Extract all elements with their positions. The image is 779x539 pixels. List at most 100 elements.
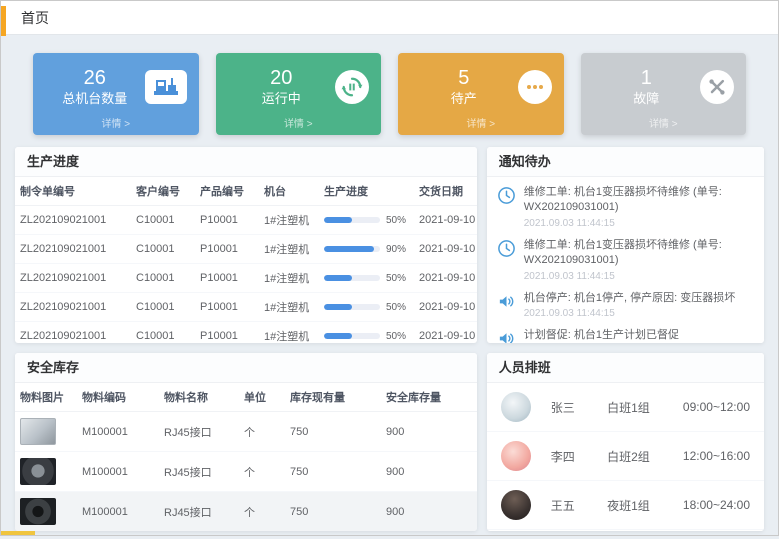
notification-text: 计划督促: 机台1生产计划已督促: [524, 328, 679, 343]
table-row: ZL202109021001 C10001 P10001 1#注塑机 50% 2…: [15, 264, 477, 293]
material-code-cell: M100001: [77, 452, 159, 492]
stat-label: 总机台数量: [45, 90, 145, 108]
notification-item[interactable]: 计划督促: 机台1生产计划已督促 2021.09.03 11:44:15: [497, 323, 754, 343]
standby-icon: [518, 70, 552, 104]
detail-link[interactable]: 详情 >: [33, 115, 199, 130]
stat-value: 1: [593, 66, 701, 90]
progress-bar: [324, 217, 380, 223]
machine-icon: [145, 70, 187, 104]
delivery-date-cell: 2021-09-10: [414, 264, 477, 293]
material-code-cell: M100001: [77, 412, 159, 452]
page-title: 首页: [21, 8, 49, 28]
stat-value: 20: [228, 66, 336, 90]
machine-cell: 1#注塑机: [259, 264, 319, 293]
column-header: 库存现有量: [285, 383, 381, 412]
product-no-cell: P10001: [195, 322, 259, 344]
customer-no-cell: C10001: [131, 235, 195, 264]
clock-icon: [497, 186, 516, 205]
safety-stock-cell: 900: [381, 412, 477, 452]
unit-cell: 个: [239, 412, 285, 452]
staff-name: 张三: [551, 399, 607, 416]
table-header-row: 物料图片 物料编码 物料名称 单位 库存现有量 安全库存量: [15, 383, 477, 412]
progress-bar: [324, 246, 380, 252]
progress-value: 50%: [386, 302, 406, 313]
machine-cell: 1#注塑机: [259, 206, 319, 235]
card-figures: 26 总机台数量: [45, 66, 145, 108]
customer-no-cell: C10001: [131, 264, 195, 293]
dashboard-content: 26 总机台数量 详情 > 20: [1, 35, 778, 539]
progress-fill: [324, 275, 352, 281]
column-header: 交货日期: [414, 177, 477, 206]
material-name-cell: RJ45接口: [159, 412, 239, 452]
staff-time: 12:00~16:00: [683, 449, 750, 463]
delivery-date-cell: 2021-09-10: [414, 293, 477, 322]
stat-card-total-machines[interactable]: 26 总机台数量 详情 >: [33, 53, 199, 135]
order-no-cell: ZL202109021001: [15, 235, 131, 264]
progress-fill: [324, 246, 374, 252]
column-header: 产品编号: [195, 177, 259, 206]
column-header: 制令单编号: [15, 177, 131, 206]
product-no-cell: P10001: [195, 206, 259, 235]
detail-link[interactable]: 详情 >: [398, 115, 564, 130]
staff-shift: 白班1组: [607, 399, 683, 416]
column-header: 安全库存量: [381, 383, 477, 412]
card-main: 20 运行中: [228, 63, 370, 111]
notification-time: 2021.09.03 11:44:15: [524, 271, 754, 282]
stock-cell: 750: [285, 412, 381, 452]
material-image-cell: [15, 492, 77, 532]
staff-name: 李四: [551, 448, 607, 465]
speaker-icon: [497, 329, 516, 343]
running-icon: [335, 70, 369, 104]
stat-label: 运行中: [228, 90, 336, 108]
safety-stock-cell: 900: [381, 452, 477, 492]
avatar: [501, 441, 531, 471]
delivery-date-cell: 2021-09-10: [414, 322, 477, 344]
notification-body: 维修工单: 机台1变压器损坏待维修 (单号: WX202109031001) 2…: [524, 238, 754, 282]
detail-link[interactable]: 详情 >: [216, 115, 382, 130]
stat-value: 26: [45, 66, 145, 90]
column-header: 物料名称: [159, 383, 239, 412]
stat-label: 待产: [410, 90, 518, 108]
column-header: 物料图片: [15, 383, 77, 412]
material-image: [20, 418, 56, 445]
panel-title: 安全库存: [15, 353, 477, 383]
notifications-panel: 通知待办 维修工单: 机台1变压器损坏待维修 (单号: WX2021090310…: [487, 147, 764, 343]
topbar: 首页: [1, 1, 778, 35]
progress-value: 50%: [386, 331, 406, 342]
notification-item[interactable]: 维修工单: 机台1变压器损坏待维修 (单号: WX202109031001) 2…: [497, 180, 754, 233]
stat-card-standby[interactable]: 5 待产 详情 >: [398, 53, 564, 135]
panel-title: 人员排班: [487, 353, 764, 383]
avatar: [501, 490, 531, 520]
card-main: 26 总机台数量: [45, 63, 187, 111]
clock-icon: [497, 239, 516, 258]
stat-card-running[interactable]: 20 运行中 详情 >: [216, 53, 382, 135]
material-image-cell: [15, 452, 77, 492]
staff-time: 18:00~24:00: [683, 498, 750, 512]
product-no-cell: P10001: [195, 264, 259, 293]
customer-no-cell: C10001: [131, 322, 195, 344]
table-row: ZL202109021001 C10001 P10001 1#注塑机 50% 2…: [15, 293, 477, 322]
notification-body: 计划督促: 机台1生产计划已督促 2021.09.03 11:44:15: [524, 328, 679, 343]
progress-cell: 50%: [319, 264, 414, 293]
detail-link[interactable]: 详情 >: [581, 115, 747, 130]
material-image-cell: [15, 412, 77, 452]
progress-cell: 50%: [319, 293, 414, 322]
progress-bar: [324, 333, 380, 339]
machine-cell: 1#注塑机: [259, 293, 319, 322]
card-figures: 5 待产: [410, 66, 518, 108]
stat-card-fault[interactable]: 1 故障 详情 >: [581, 53, 747, 135]
notification-item[interactable]: 机台停产: 机台1停产, 停产原因: 变压器损坏 2021.09.03 11:4…: [497, 286, 754, 323]
staff-schedule-panel: 人员排班 张三 白班1组 09:00~12:00 李四 白班2组 12:00~1…: [487, 353, 764, 531]
table-row: M100001 RJ45接口 个 750 900: [15, 452, 477, 492]
progress-cell: 90%: [319, 235, 414, 264]
progress-cell: 50%: [319, 322, 414, 344]
stock-cell: 750: [285, 492, 381, 532]
card-main: 5 待产: [410, 63, 552, 111]
production-progress-panel: 生产进度 制令单编号 客户编号 产品编号 机台 生产进度 交货日期 ZL2021: [15, 147, 477, 343]
panel-title: 生产进度: [15, 147, 477, 177]
safety-stock-panel: 安全库存 物料图片 物料编码 物料名称 单位 库存现有量 安全库存量: [15, 353, 477, 531]
unit-cell: 个: [239, 452, 285, 492]
card-figures: 20 运行中: [228, 66, 336, 108]
order-no-cell: ZL202109021001: [15, 322, 131, 344]
notification-item[interactable]: 维修工单: 机台1变压器损坏待维修 (单号: WX202109031001) 2…: [497, 233, 754, 286]
